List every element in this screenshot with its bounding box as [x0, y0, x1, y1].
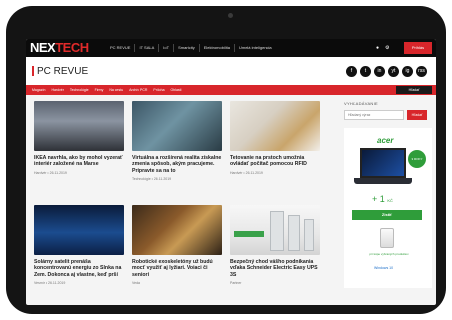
article-card[interactable]: Tetovanie na prstoch umožnia ovládať poč… — [230, 101, 320, 175]
signin-button[interactable]: Prihlás — [404, 42, 432, 54]
topnav-item[interactable]: Elektromobilita — [198, 44, 234, 52]
section-title: PC REVUE — [37, 66, 89, 77]
topnav-item[interactable]: IoT — [158, 44, 173, 52]
category-item[interactable]: Technológie — [70, 87, 89, 93]
browser-screen: NEXTECH PC REVUE IT SALA IoT Smartcity E… — [26, 39, 436, 305]
article-headline[interactable]: Virtuálna a rozšírená realita získalne z… — [132, 155, 222, 174]
instagram-icon[interactable]: ig — [402, 66, 413, 77]
site-logo[interactable]: NEXTECH — [30, 41, 89, 55]
category-item[interactable]: Firmy — [95, 87, 104, 93]
top-bar: NEXTECH PC REVUE IT SALA IoT Smartcity E… — [26, 39, 436, 57]
category-item[interactable]: Príloha — [153, 87, 164, 93]
category-item[interactable]: Archív PCR — [129, 87, 147, 93]
warranty-badge: 3 ROKY — [408, 150, 426, 168]
sidebar-search-label: VYHĽADÁVANIE — [344, 101, 378, 106]
article-thumbnail[interactable] — [34, 101, 124, 151]
article-thumbnail[interactable] — [132, 101, 222, 151]
youtube-icon[interactable]: yt — [388, 66, 399, 77]
user-icon[interactable]: ● — [376, 44, 379, 52]
article-headline[interactable]: Tetovanie na prstoch umožnia ovládať poč… — [230, 155, 320, 168]
sidebar: VYHĽADÁVANIE Hľadať acer 3 ROKY + 1 KČ Z… — [344, 101, 432, 301]
category-item[interactable]: Oblasti — [171, 87, 182, 93]
section-header: PC REVUE f t in yt ig rss — [26, 57, 436, 85]
ad-price: + 1 KČ — [372, 194, 393, 206]
sidebar-search-button[interactable]: Hľadať — [407, 110, 427, 120]
settings-icon[interactable]: ⚙ — [385, 44, 389, 52]
article-meta: Hardvér • 26.11.2019 — [230, 170, 263, 175]
laptop-base-image — [354, 178, 412, 184]
logo-prefix: NEX — [30, 40, 56, 55]
laptop-image — [360, 148, 406, 178]
nav-search-button[interactable]: Hľadať — [396, 86, 432, 94]
section-accent-bar — [32, 66, 34, 76]
article-card[interactable]: IKEA navrhla, ako by mohol vyzerať inter… — [34, 101, 124, 175]
category-nav: Magazín Hardvér Technológie Firmy Na ces… — [26, 85, 436, 95]
article-meta: Hardvér • 26.11.2019 — [34, 170, 67, 175]
logo-accent: TECH — [55, 40, 89, 55]
article-thumbnail[interactable] — [34, 205, 124, 255]
ups-unit-image — [304, 219, 314, 251]
article-card[interactable]: Virtuálna a rozšírená realita získalne z… — [132, 101, 222, 182]
tablet-frame: NEXTECH PC REVUE IT SALA IoT Smartcity E… — [6, 6, 446, 314]
twitter-icon[interactable]: t — [360, 66, 371, 77]
topnav-item[interactable]: Umelá inteligencia — [233, 44, 276, 52]
social-links: f t in yt ig rss — [346, 66, 427, 77]
article-meta: Technológie • 26.11.2019 — [132, 177, 172, 182]
article-thumbnail[interactable] — [230, 101, 320, 151]
ups-unit-image — [288, 215, 300, 251]
top-icons: ● ⚙ — [376, 44, 390, 52]
article-headline[interactable]: Solárny satelit prenáša koncentrovanú en… — [34, 259, 124, 278]
windows-logo-text: Windows 10 — [374, 266, 394, 270]
article-headline[interactable]: IKEA navrhla, ako by mohol vyzerať inter… — [34, 155, 124, 168]
article-grid: IKEA navrhla, ako by mohol vyzerať inter… — [34, 101, 338, 305]
sidebar-search-input[interactable] — [344, 110, 404, 120]
article-meta: Partner — [230, 281, 242, 286]
article-thumbnail[interactable] — [132, 205, 222, 255]
ad-price-unit: KČ — [387, 198, 393, 203]
top-nav: PC REVUE IT SALA IoT Smartcity Elektromo… — [106, 44, 276, 52]
ad-product-image — [380, 228, 394, 248]
article-card[interactable]: Bezpečný chod vášho podnikania vďaka Sch… — [230, 205, 320, 286]
ad-price-value: 1 — [379, 194, 385, 204]
linkedin-icon[interactable]: in — [374, 66, 385, 77]
promo-label — [234, 231, 264, 237]
category-items: Magazín Hardvér Technológie Firmy Na ces… — [32, 87, 181, 93]
camera — [228, 13, 233, 18]
ad-brand-logo: acer — [377, 136, 394, 145]
sidebar-ad[interactable]: acer 3 ROKY + 1 KČ Zistiť pri kúpe vybra… — [344, 128, 432, 288]
sidebar-search-row: Hľadať — [344, 110, 432, 120]
article-card[interactable]: Solárny satelit prenáša koncentrovanú en… — [34, 205, 124, 286]
facebook-icon[interactable]: f — [346, 66, 357, 77]
category-item[interactable]: Hardvér — [51, 87, 63, 93]
ad-text: pri kúpe vybraných produktov — [369, 252, 409, 256]
article-meta: Vesmír • 26.11.2019 — [34, 281, 66, 286]
category-item[interactable]: Magazín — [32, 87, 45, 93]
category-item[interactable]: Na cestu — [109, 87, 123, 93]
rss-icon[interactable]: rss — [416, 66, 427, 77]
topnav-item[interactable]: PC REVUE — [106, 44, 134, 52]
topnav-item[interactable]: Smartcity — [173, 44, 199, 52]
ups-unit-image — [270, 211, 284, 251]
topnav-item[interactable]: IT SALA — [134, 44, 158, 52]
article-thumbnail[interactable] — [230, 205, 320, 255]
article-headline[interactable]: Bezpečný chod vášho podnikania vďaka Sch… — [230, 259, 320, 278]
article-headline[interactable]: Robotické exoskeletóny už budú mocť využ… — [132, 259, 222, 278]
article-card[interactable]: Robotické exoskeletóny už budú mocť využ… — [132, 205, 222, 286]
ad-cta-button[interactable]: Zistiť — [352, 210, 422, 220]
article-meta: Veda — [132, 281, 140, 286]
ad-price-prefix: + — [372, 194, 378, 204]
